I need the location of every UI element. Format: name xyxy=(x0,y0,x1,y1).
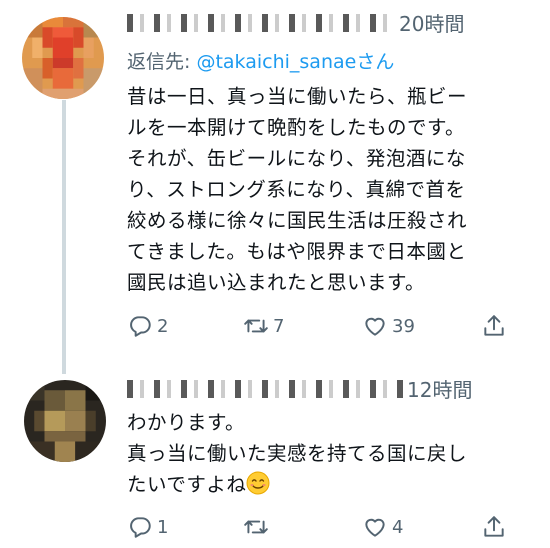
avatar-pixelated[interactable] xyxy=(22,17,104,99)
user-line: 12時間 xyxy=(127,374,472,410)
share-button[interactable] xyxy=(481,311,511,341)
like-count: 39 xyxy=(392,315,415,337)
timestamp[interactable]: 20時間 xyxy=(399,8,464,37)
avatar-pixelated[interactable] xyxy=(24,380,106,462)
like-button[interactable]: 39 xyxy=(362,311,415,341)
reply-count: 2 xyxy=(157,315,169,337)
reply-count: 1 xyxy=(157,516,169,538)
obscured-username[interactable] xyxy=(127,13,395,32)
reply-button[interactable]: 2 xyxy=(127,311,168,341)
reply-prefix: 返信先: xyxy=(127,51,197,73)
tweet-text: 昔は一日、真っ当に働いたら、瓶ビー ルを一本開けて晩酌をしたものです。 それが、… xyxy=(127,85,468,294)
retweet-button[interactable]: 7 xyxy=(243,311,284,341)
action-bar: 1 4 xyxy=(127,512,527,542)
reply-icon xyxy=(130,517,151,538)
replying-to: 返信先: @takaichi_sanaeさん xyxy=(127,47,394,74)
thread-line xyxy=(62,100,66,374)
share-icon xyxy=(484,315,504,336)
user-line: 20時間 xyxy=(127,8,464,44)
mention-suffix: さん xyxy=(356,51,395,73)
reply-button[interactable]: 1 xyxy=(127,512,168,542)
share-icon xyxy=(484,516,504,537)
reply-icon xyxy=(130,316,151,337)
tweet-text: わかります。 真っ当に働いた実感を持てる国に戻し たいですよね xyxy=(127,407,527,500)
tweet-1[interactable]: 20時間 返信先: @takaichi_sanaeさん 昔は一日、真っ当に働いた… xyxy=(0,0,550,374)
smiling-face-emoji xyxy=(246,471,270,495)
action-bar: 2 7 39 xyxy=(127,311,527,341)
timestamp[interactable]: 12時間 xyxy=(407,374,472,403)
tweet-2[interactable]: 12時間 わかります。 真っ当に働いた実感を持てる国に戻し たいですよね 1 4 xyxy=(0,372,550,548)
retweet-icon xyxy=(244,319,268,333)
mention-link[interactable]: @takaichi_sanae xyxy=(196,51,356,73)
retweet-count: 7 xyxy=(273,315,285,337)
retweet-button[interactable] xyxy=(243,512,273,542)
tweet-text-content: わかります。 真っ当に働いた実感を持てる国に戻し たいですよね xyxy=(127,411,468,496)
obscured-username[interactable] xyxy=(127,379,403,398)
like-count: 4 xyxy=(392,516,404,538)
retweet-icon xyxy=(244,520,268,534)
like-icon xyxy=(365,317,385,336)
like-button[interactable]: 4 xyxy=(362,512,403,542)
like-icon xyxy=(365,518,385,537)
share-button[interactable] xyxy=(481,512,511,542)
